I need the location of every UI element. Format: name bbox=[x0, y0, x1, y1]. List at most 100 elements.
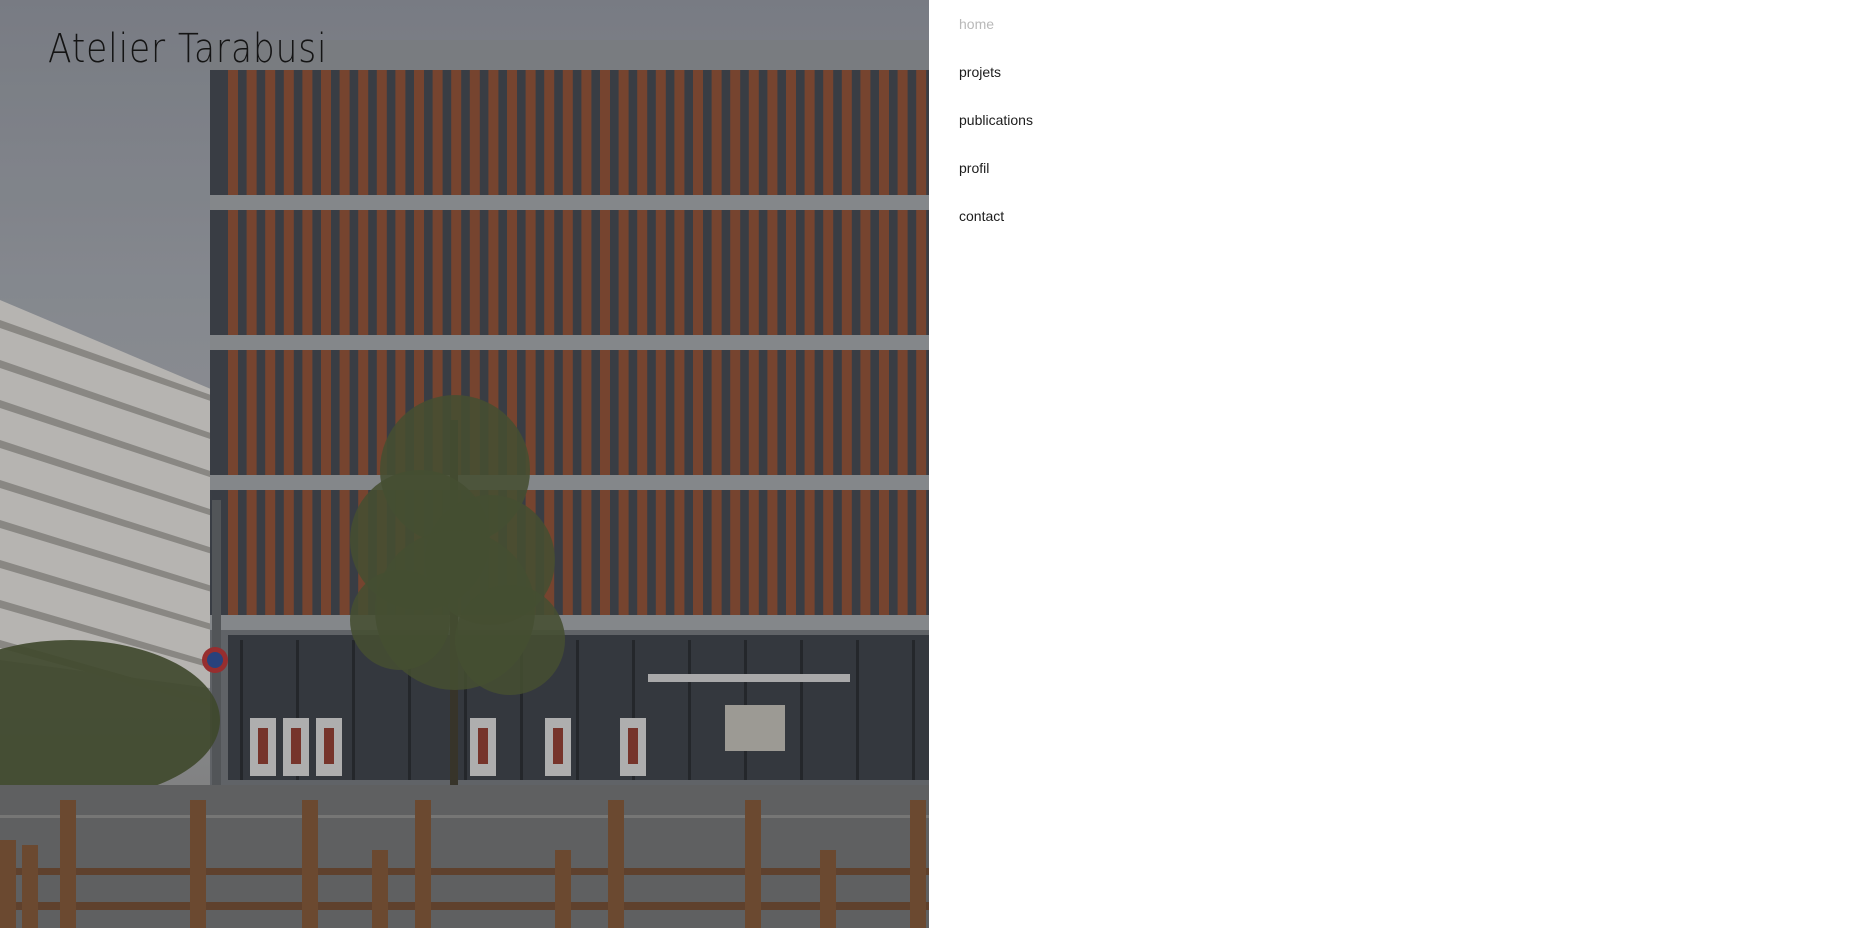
wood-louver bbox=[823, 350, 834, 475]
fence-post bbox=[22, 845, 38, 928]
wood-louver bbox=[674, 210, 685, 335]
wood-louver bbox=[748, 210, 759, 335]
floor-slab bbox=[210, 335, 929, 350]
fence-post bbox=[745, 800, 761, 928]
wood-louver bbox=[786, 350, 796, 475]
wood-louver bbox=[339, 490, 350, 615]
wood-louver bbox=[265, 350, 276, 475]
wood-louver bbox=[841, 70, 852, 195]
wood-louver bbox=[655, 210, 666, 335]
wood-louver bbox=[600, 210, 610, 335]
wood-louver bbox=[581, 350, 592, 475]
wood-louver bbox=[395, 70, 406, 195]
wood-louver bbox=[562, 210, 573, 335]
road-line bbox=[0, 815, 929, 818]
floor-slab bbox=[210, 615, 929, 630]
wood-louver bbox=[525, 210, 536, 335]
nav-link-profil[interactable]: profil bbox=[959, 144, 1259, 192]
wood-louver bbox=[897, 490, 908, 615]
wood-louver bbox=[321, 490, 331, 615]
wood-louver bbox=[302, 70, 313, 195]
wood-louver bbox=[283, 490, 294, 615]
nav-item-projets: projets bbox=[959, 48, 1259, 96]
wood-louver bbox=[860, 70, 871, 195]
wood-louver bbox=[302, 210, 313, 335]
wood-louver bbox=[469, 70, 480, 195]
wood-louver bbox=[507, 210, 517, 335]
wood-louver bbox=[767, 210, 778, 335]
wood-louver bbox=[246, 490, 257, 615]
wood-louver bbox=[841, 490, 852, 615]
nav-link-projets[interactable]: projets bbox=[959, 48, 1259, 96]
wood-louver bbox=[525, 70, 536, 195]
wood-louver bbox=[693, 490, 703, 615]
wood-louver bbox=[823, 70, 834, 195]
mullion bbox=[352, 640, 355, 780]
fence-post bbox=[555, 850, 571, 928]
wood-louver bbox=[897, 350, 908, 475]
wood-louver bbox=[786, 210, 796, 335]
shelter-map bbox=[725, 705, 785, 751]
wood-louver bbox=[395, 210, 406, 335]
wood-louver bbox=[618, 70, 629, 195]
wood-louver bbox=[618, 350, 629, 475]
wood-louver bbox=[581, 490, 592, 615]
wood-louver bbox=[432, 210, 443, 335]
wood-louver bbox=[451, 210, 462, 335]
wood-louver bbox=[897, 70, 908, 195]
wood-louver bbox=[265, 210, 276, 335]
lamp-post bbox=[212, 500, 221, 790]
nav-link-home[interactable]: home bbox=[959, 0, 1259, 48]
wood-louver bbox=[358, 350, 369, 475]
wood-louver bbox=[228, 350, 238, 475]
wood-louver bbox=[358, 70, 369, 195]
wood-louver bbox=[283, 350, 294, 475]
mullion bbox=[912, 640, 915, 780]
wood-louver bbox=[507, 70, 517, 195]
poster-art bbox=[324, 728, 334, 764]
wood-louver bbox=[804, 210, 815, 335]
wood-louver bbox=[321, 350, 331, 475]
wood-louver bbox=[600, 70, 610, 195]
wood-louver bbox=[246, 70, 257, 195]
wood-louver bbox=[860, 210, 871, 335]
nav-item-profil: profil bbox=[959, 144, 1259, 192]
wood-louver bbox=[246, 210, 257, 335]
wood-louver bbox=[711, 490, 722, 615]
wood-louver bbox=[600, 490, 610, 615]
nav-link-publications[interactable]: publications bbox=[959, 96, 1259, 144]
hero-image: Atelier Tarabusi bbox=[0, 0, 929, 928]
wood-louver bbox=[693, 350, 703, 475]
fence-post bbox=[415, 800, 431, 928]
site-title[interactable]: Atelier Tarabusi bbox=[48, 26, 327, 72]
wood-louver bbox=[786, 70, 796, 195]
wood-louver bbox=[228, 70, 238, 195]
wood-louver bbox=[693, 210, 703, 335]
fence-post bbox=[910, 800, 926, 928]
poster-art bbox=[628, 728, 638, 764]
mullion bbox=[800, 640, 803, 780]
wood-louver bbox=[897, 210, 908, 335]
shelter-roof bbox=[648, 674, 850, 682]
wood-louver bbox=[618, 210, 629, 335]
wood-louver bbox=[637, 490, 648, 615]
nav-link-contact[interactable]: contact bbox=[959, 192, 1259, 240]
wood-louver bbox=[916, 210, 927, 335]
wood-louver bbox=[469, 210, 480, 335]
wood-louver bbox=[767, 490, 778, 615]
wood-louver bbox=[637, 210, 648, 335]
road-sign-center bbox=[207, 652, 223, 668]
wood-louver bbox=[767, 350, 778, 475]
poster-art bbox=[258, 728, 268, 764]
wood-louver bbox=[302, 490, 313, 615]
wood-louver bbox=[544, 70, 555, 195]
wood-louver bbox=[618, 490, 629, 615]
wood-louver bbox=[451, 70, 462, 195]
floor-slab bbox=[210, 475, 929, 490]
wood-louver bbox=[228, 210, 238, 335]
wood-louver bbox=[674, 490, 685, 615]
wood-louver bbox=[283, 70, 294, 195]
nav-item-publications: publications bbox=[959, 96, 1259, 144]
wood-louver bbox=[748, 70, 759, 195]
wood-louver bbox=[321, 210, 331, 335]
